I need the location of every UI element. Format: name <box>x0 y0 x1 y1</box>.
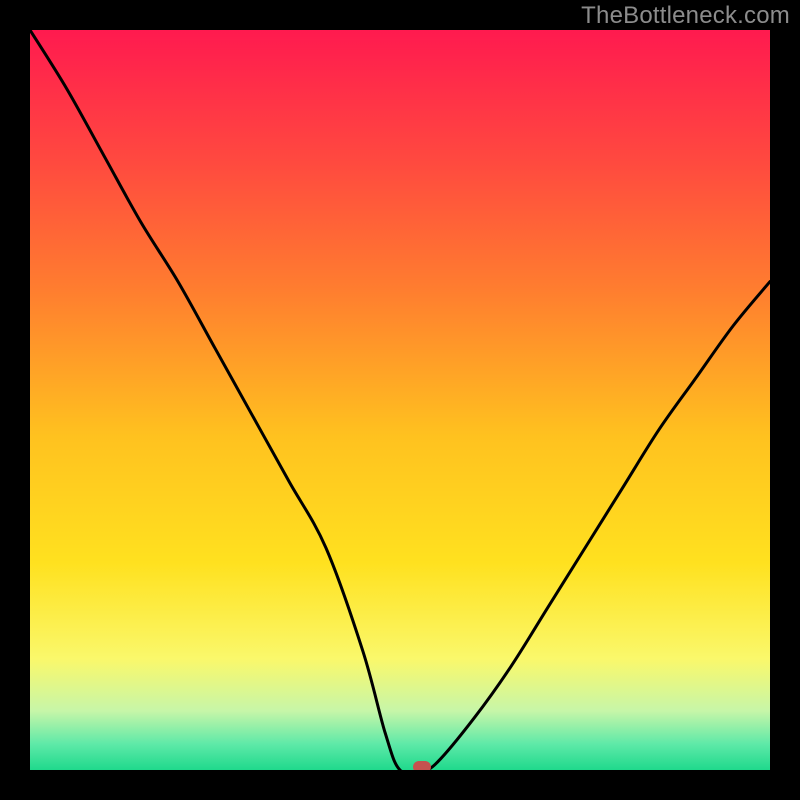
watermark-text: TheBottleneck.com <box>581 2 790 30</box>
bottleneck-curve <box>30 30 770 770</box>
chart-frame: TheBottleneck.com <box>0 0 800 800</box>
plot-area <box>30 30 770 770</box>
optimal-marker <box>413 761 431 770</box>
curve-layer <box>30 30 770 770</box>
